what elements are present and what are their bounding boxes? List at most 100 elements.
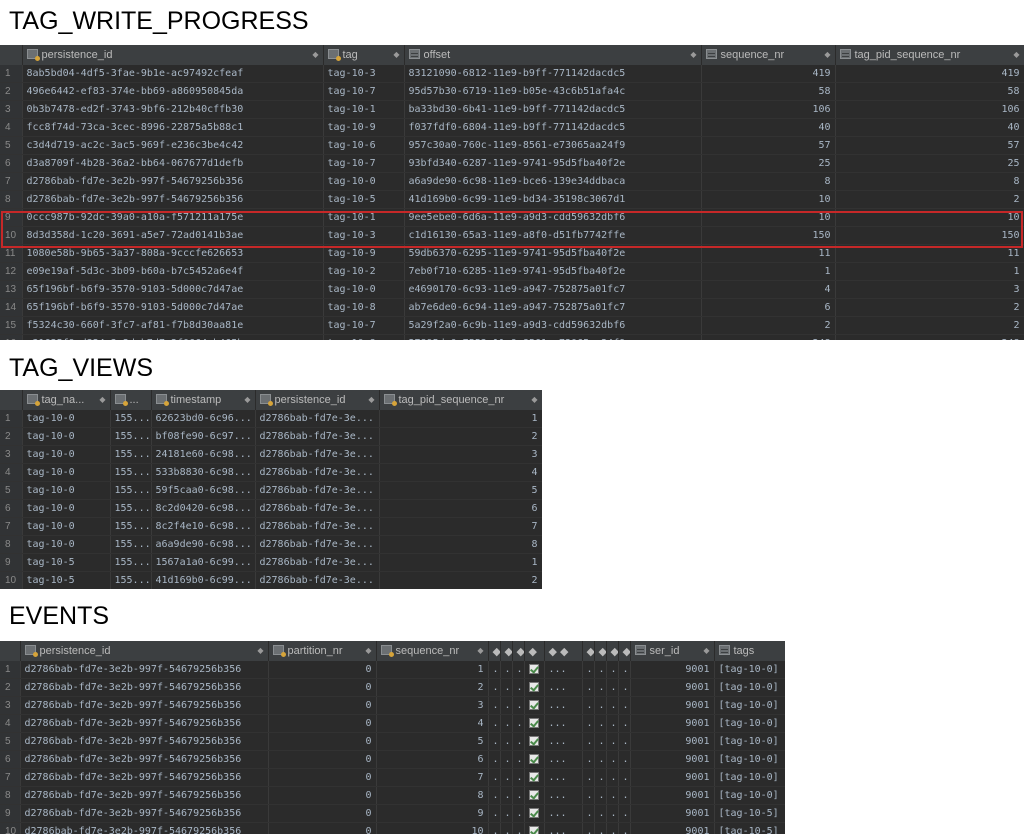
offset-cell[interactable]: 27895dc0-7553-11e9-8561-e73065aa24f9 xyxy=(404,334,702,340)
table-row[interactable]: 1 d2786bab-fd7e-3e2b-997f-54679256b356 0 1.… xyxy=(0,661,785,679)
tag-views-grid[interactable]: tag_na... ◆ ... timestamp ◆ persistence_id… xyxy=(0,390,542,589)
partition-nr-cell[interactable]: 0 xyxy=(268,696,377,715)
tags-cell[interactable]: [tag-10-0] xyxy=(714,732,785,751)
tag-cell[interactable]: tag-10-1 xyxy=(323,208,405,227)
tag-pid-sequence-nr-cell[interactable]: 2 xyxy=(835,316,1024,335)
col-header-sequence-nr[interactable]: sequence_nr ◆ xyxy=(376,641,489,661)
collapsed-cell[interactable]: ... xyxy=(544,822,583,834)
collapsed-cell[interactable]: ... xyxy=(544,696,583,715)
collapsed-cell[interactable]: ... xyxy=(606,696,619,715)
collapsed-cell[interactable]: ... xyxy=(618,696,631,715)
collapsed-cell[interactable]: ... xyxy=(618,661,631,679)
ser-id-cell[interactable]: 9001 xyxy=(630,750,715,769)
offset-cell[interactable]: 5a29f2a0-6c9b-11e9-a9d3-cdd59632dbf6 xyxy=(404,316,702,335)
persistence-id-cell[interactable]: 0b3b7478-ed2f-3743-9bf6-212b40cffb30 xyxy=(22,100,324,119)
sequence-nr-cell[interactable]: 25 xyxy=(701,154,836,173)
offset-cell[interactable]: 41d169b0-6c99-11e9-bd34-35198c3067d1 xyxy=(404,190,702,209)
table-row[interactable]: 2 tag-10-0 155... bf08fe90-6c97... d2786bab-… xyxy=(0,427,542,446)
table-row[interactable]: 16c31625f9-d324-3e2d-b7d7-2f0664ab465bta… xyxy=(0,334,1024,340)
collapsed-cell[interactable]: ... xyxy=(618,786,631,805)
collapsed-cell[interactable]: ... xyxy=(488,804,501,823)
collapsed-cell[interactable]: ... xyxy=(500,678,513,697)
tag-name-cell[interactable]: tag-10-0 xyxy=(22,535,111,554)
ser-id-cell[interactable]: 9001 xyxy=(630,732,715,751)
tag-name-cell[interactable]: tag-10-0 xyxy=(22,481,111,500)
table-row[interactable]: 13 65f196bf-b6f9-3570-9103-5d000c7d47ae ta… xyxy=(0,280,1024,299)
collapsed-cell[interactable]: ... xyxy=(606,786,619,805)
collapsed-cell[interactable]: ... xyxy=(488,678,501,697)
ser-id-cell[interactable]: 9001 xyxy=(630,822,715,834)
collapsed-cell[interactable]: ... xyxy=(594,768,607,787)
persistence-id-cell[interactable]: d2786bab-fd7e-3e2b-997f-54679256b356 xyxy=(20,678,269,697)
table-row[interactable]: 1 tag-10-0 155... 62623bd0-6c96... d2786bab-… xyxy=(0,410,542,428)
sequence-nr-cell[interactable]: 7 xyxy=(376,768,489,787)
table-row[interactable]: 4 tag-10-0 155... 533b8830-6c98... d2786bab-… xyxy=(0,463,542,482)
tag-pid-sequence-nr-cell[interactable]: 1 xyxy=(379,410,542,428)
tags-cell[interactable]: [tag-10-0] xyxy=(714,768,785,787)
sequence-nr-cell[interactable]: 8 xyxy=(701,172,836,191)
ser-id-cell[interactable]: 9001 xyxy=(630,678,715,697)
ser-id-cell[interactable]: 9001 xyxy=(630,768,715,787)
collapsed-cell[interactable]: ... xyxy=(512,732,525,751)
tag-name-cell[interactable]: tag-10-5 xyxy=(22,571,111,589)
collapsed-cell[interactable]: ... xyxy=(618,750,631,769)
col-header-persistence-id[interactable]: persistence_id ◆ xyxy=(22,45,324,65)
truncated-cell[interactable]: 155... xyxy=(110,481,152,500)
collapsed-cell[interactable]: ... xyxy=(594,786,607,805)
tag-cell[interactable]: tag-10-8 xyxy=(323,334,405,340)
collapsed-cell[interactable]: ... xyxy=(488,696,501,715)
col-header-collapsed[interactable]: ◆ xyxy=(524,641,545,661)
col-header-tag-name[interactable]: tag_na... ◆ xyxy=(22,390,111,410)
tags-cell[interactable]: [tag-10-0] xyxy=(714,714,785,733)
table-row[interactable]: 9 0ccc987b-92dc-39a0-a10a-f571211a175e tag… xyxy=(0,208,1024,227)
persistence-id-cell[interactable]: d2786bab-fd7e-3e2b-997f-54679256b356 xyxy=(20,822,269,834)
truncated-cell[interactable]: 155... xyxy=(110,517,152,536)
sort-icon[interactable]: ◆ xyxy=(477,646,483,655)
collapsed-cell[interactable]: ... xyxy=(544,804,583,823)
timestamp-cell[interactable]: a6a9de90-6c98... xyxy=(151,535,256,554)
tag-cell[interactable]: tag-10-0 xyxy=(323,280,405,299)
collapsed-cell[interactable]: ... xyxy=(512,804,525,823)
collapsed-cell[interactable]: ... xyxy=(500,750,513,769)
tags-cell[interactable]: [tag-10-0] xyxy=(714,678,785,697)
tag-pid-sequence-nr-cell[interactable]: 3 xyxy=(379,445,542,464)
checkbox-cell[interactable] xyxy=(524,714,545,733)
persistence-id-cell[interactable]: 8ab5bd04-4df5-3fae-9b1e-ac97492cfeaf xyxy=(22,65,324,83)
col-header-collapsed[interactable]: ◆ xyxy=(618,641,631,661)
sequence-nr-cell[interactable]: 6 xyxy=(376,750,489,769)
tag-pid-sequence-nr-cell[interactable]: 6 xyxy=(379,499,542,518)
col-header-collapsed[interactable]: ◆ xyxy=(488,641,501,661)
table-row[interactable]: 11 1080e58b-9b65-3a37-808a-9cccfe626653 ta… xyxy=(0,244,1024,263)
partition-nr-cell[interactable]: 0 xyxy=(268,750,377,769)
persistence-id-cell[interactable]: 65f196bf-b6f9-3570-9103-5d000c7d47ae xyxy=(22,280,324,299)
collapsed-cell[interactable]: ... xyxy=(606,768,619,787)
collapsed-cell[interactable]: ... xyxy=(582,804,595,823)
collapsed-cell[interactable]: ... xyxy=(582,822,595,834)
tags-cell[interactable]: [tag-10-0] xyxy=(714,750,785,769)
tag-name-cell[interactable]: tag-10-5 xyxy=(22,553,111,572)
tag-pid-sequence-nr-cell[interactable]: 10 xyxy=(835,208,1024,227)
tag-cell[interactable]: tag-10-2 xyxy=(323,262,405,281)
tag-pid-sequence-nr-cell[interactable]: 40 xyxy=(835,118,1024,137)
tag-pid-sequence-nr-cell[interactable]: 25 xyxy=(835,154,1024,173)
col-header-truncated[interactable]: ... xyxy=(110,390,152,410)
sequence-nr-cell[interactable]: 57 xyxy=(701,136,836,155)
col-header-collapsed[interactable]: ◆ ◆ xyxy=(544,641,583,661)
checkbox[interactable] xyxy=(528,699,539,710)
checkbox[interactable] xyxy=(528,681,539,692)
persistence-id-cell[interactable]: d3a8709f-4b28-36a2-bb64-067677d1defb xyxy=(22,154,324,173)
truncated-cell[interactable]: 155... xyxy=(110,445,152,464)
collapsed-cell[interactable]: ... xyxy=(582,678,595,697)
collapsed-cell[interactable]: ... xyxy=(500,696,513,715)
offset-cell[interactable]: c1d16130-65a3-11e9-a8f0-d51fb7742ffe xyxy=(404,226,702,245)
collapsed-cell[interactable]: ... xyxy=(544,678,583,697)
collapsed-cell[interactable]: ... xyxy=(488,661,501,679)
checkbox-cell[interactable] xyxy=(524,678,545,697)
persistence-id-cell[interactable]: 1080e58b-9b65-3a37-808a-9cccfe626653 xyxy=(22,244,324,263)
collapsed-cell[interactable]: ... xyxy=(582,661,595,679)
collapsed-cell[interactable]: ... xyxy=(544,732,583,751)
tag-pid-sequence-nr-cell[interactable]: 4 xyxy=(379,463,542,482)
collapsed-cell[interactable]: ... xyxy=(582,714,595,733)
sequence-nr-cell[interactable]: 8 xyxy=(376,786,489,805)
tag-pid-sequence-nr-cell[interactable]: 150 xyxy=(835,226,1024,245)
